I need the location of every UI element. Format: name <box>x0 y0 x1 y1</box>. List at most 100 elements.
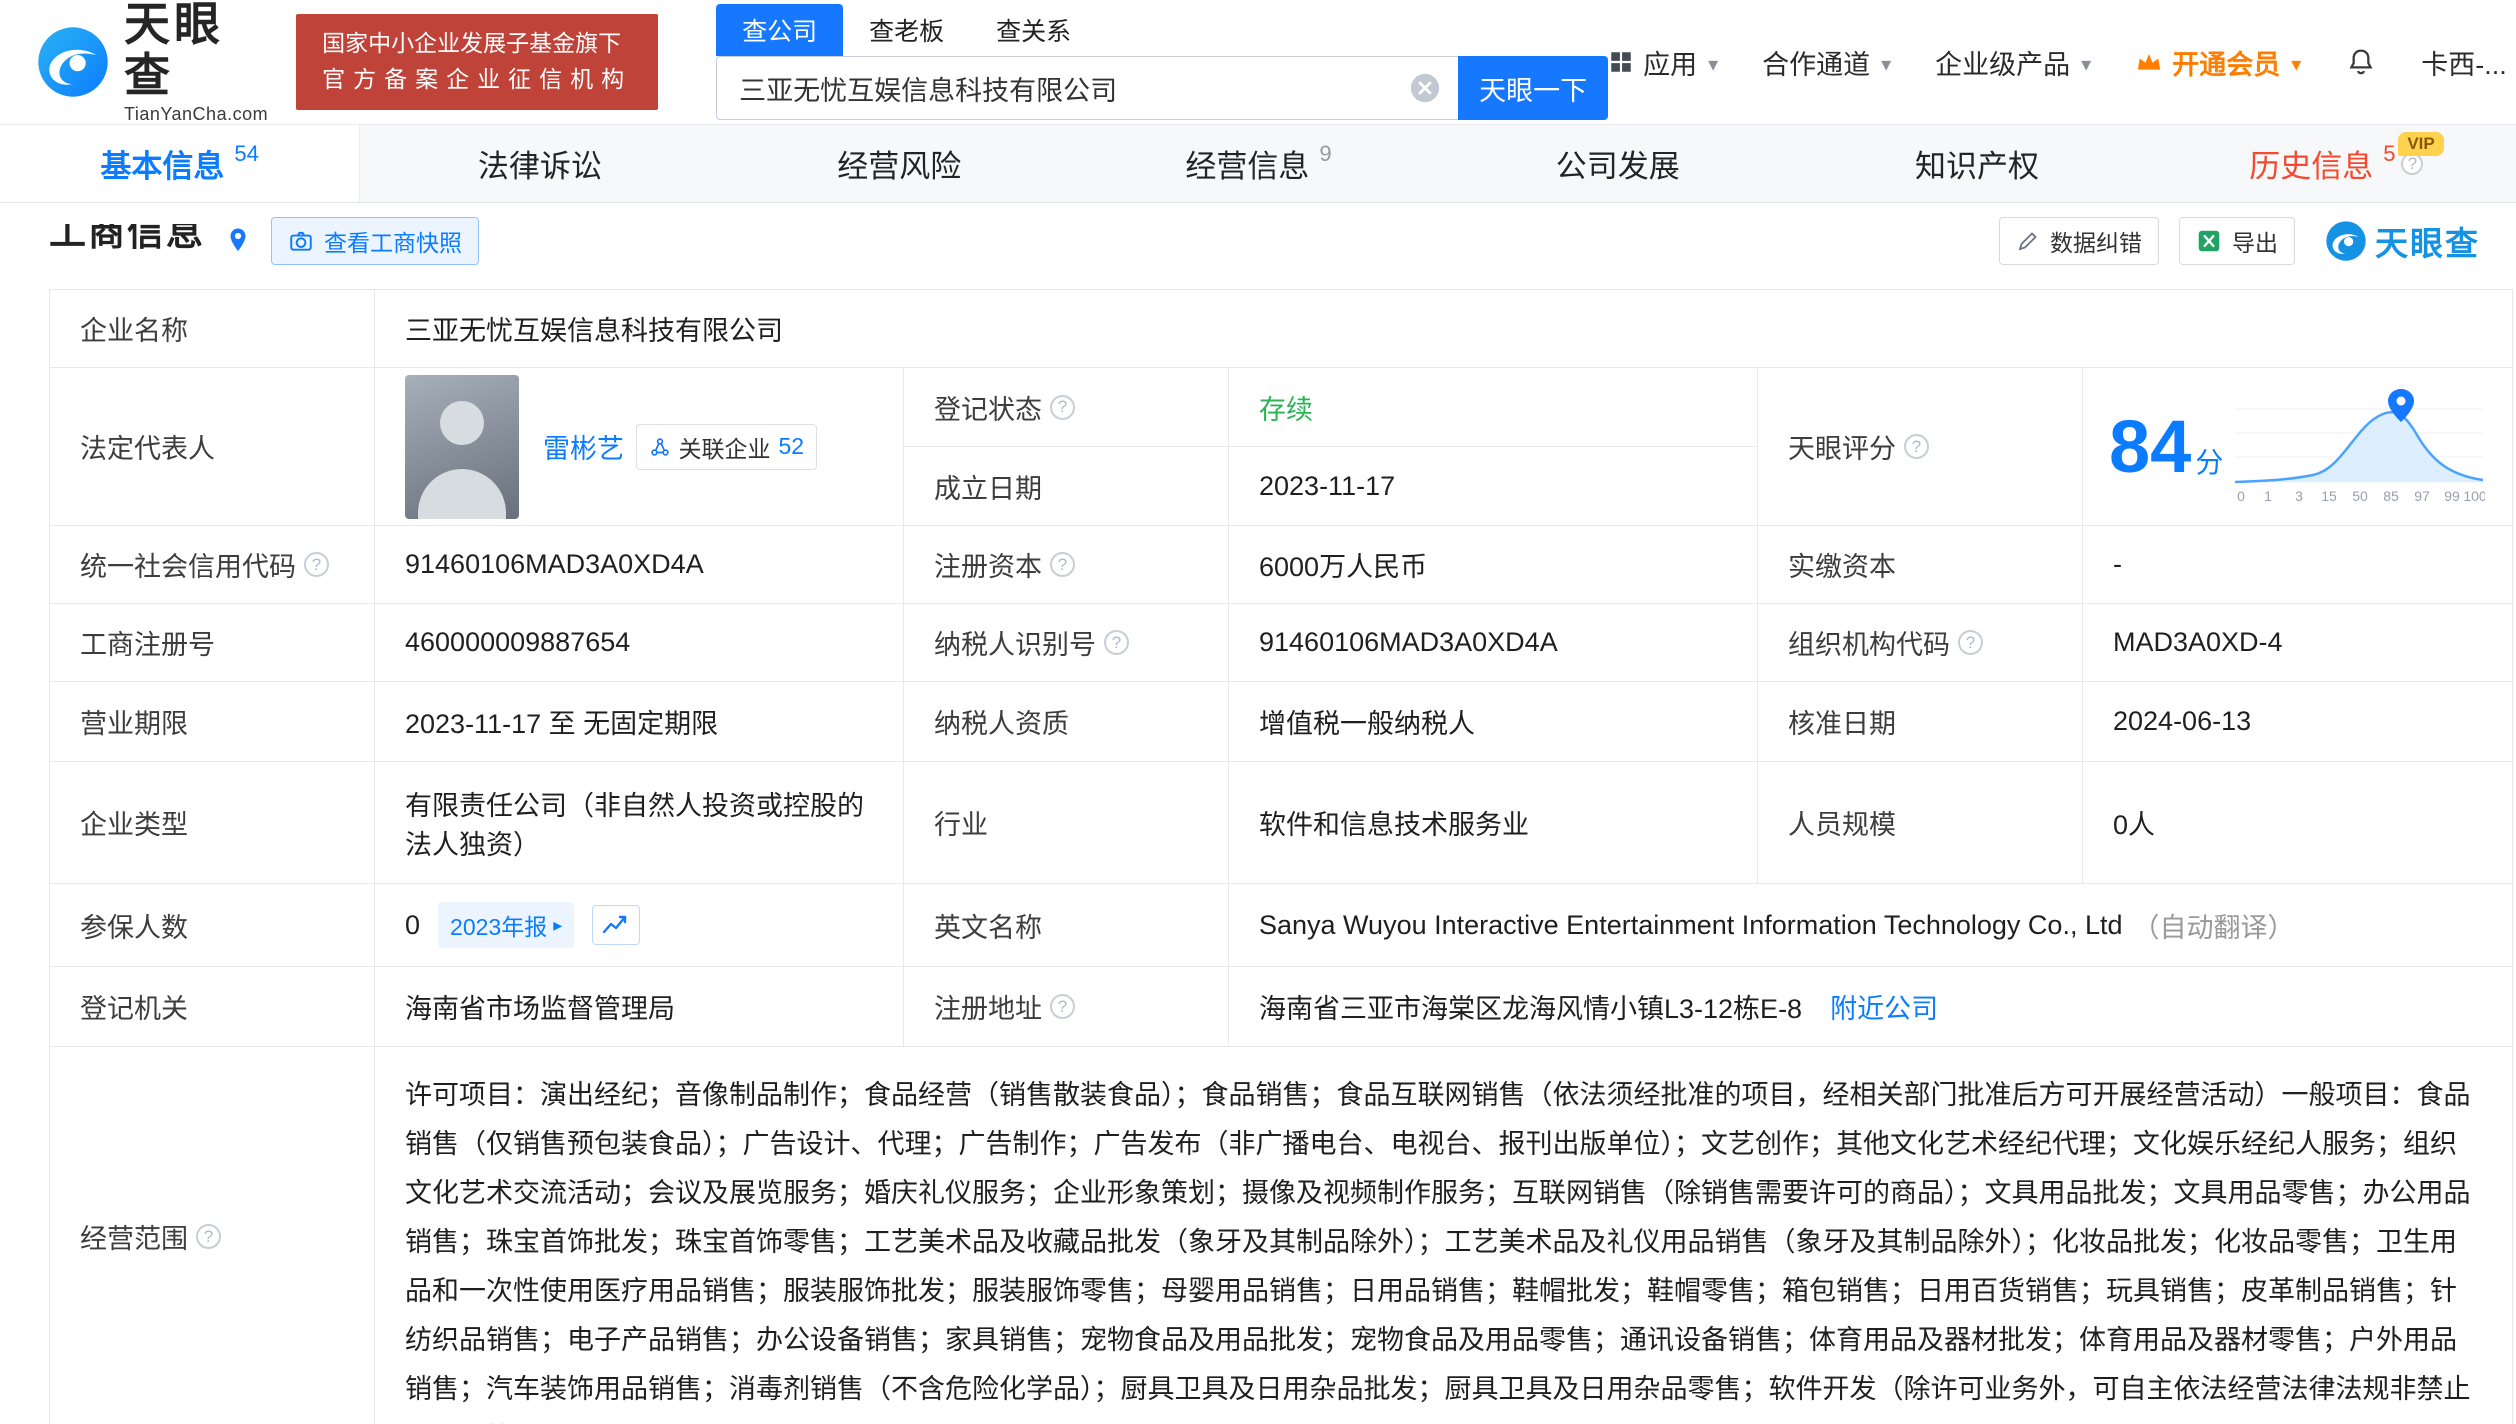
tab-count: 5 <box>2383 140 2396 166</box>
field-label-company-type: 企业类型 <box>50 762 375 884</box>
search-button[interactable]: 天眼一下 <box>1458 56 1609 120</box>
tab-legal-proceedings[interactable]: 法律诉讼 <box>360 125 719 202</box>
help-icon[interactable] <box>1904 434 1929 459</box>
field-label-paid-capital: 实缴资本 <box>1758 526 2083 604</box>
field-label-credit-code: 统一社会信用代码 <box>50 526 375 604</box>
crown-icon <box>2138 53 2161 70</box>
pin-icon <box>230 228 246 251</box>
tianyancha-logo-icon <box>38 27 108 97</box>
section-tabs: 基本信息 54 法律诉讼 经营风险 经营信息 9 公司发展 知识产权 VIP 历… <box>0 124 2516 203</box>
field-label-industry: 行业 <box>904 762 1229 884</box>
help-icon[interactable] <box>304 552 329 577</box>
related-companies-badge[interactable]: 关联企业 52 <box>635 423 818 470</box>
tab-business-info[interactable]: 经营信息 9 <box>1079 125 1438 202</box>
field-label-reg-number: 工商注册号 <box>50 604 375 682</box>
search-input[interactable] <box>717 57 1459 119</box>
auto-translate-note: （自动翻译） <box>2132 912 2295 943</box>
menu-apps[interactable]: 应用 <box>1608 43 1718 82</box>
help-icon[interactable] <box>1050 994 1075 1019</box>
tab-intellectual-property[interactable]: 知识产权 <box>1797 125 2156 202</box>
svg-text:99: 99 <box>2445 488 2461 504</box>
field-value-tyc-score: 84 分 0 1 3 15 50 85 97 99 100 <box>2083 368 2513 526</box>
score-link[interactable]: 84 分 <box>2109 409 2223 484</box>
field-value-reg-authority: 海南省市场监督管理局 <box>375 967 904 1047</box>
field-value-reg-capital: 6000万人民币 <box>1229 526 1758 604</box>
help-icon[interactable] <box>1050 552 1075 577</box>
search-input-wrap <box>716 56 1459 120</box>
header-menu: 应用 合作通道 企业级产品 开通会员 卡西-... <box>1608 43 2507 82</box>
field-value-taxpayer-qualification: 增值税一般纳税人 <box>1229 682 1758 762</box>
search-tab-relation[interactable]: 查关系 <box>970 4 1097 56</box>
field-value-staff-size: 0人 <box>2083 762 2513 884</box>
chevron-down-icon <box>2289 47 2301 78</box>
tab-business-risk[interactable]: 经营风险 <box>720 125 1079 202</box>
nearby-companies-link[interactable]: 附近公司 <box>1830 987 1938 1026</box>
chevron-down-icon <box>1879 47 1891 78</box>
field-label-english-name: 英文名称 <box>904 884 1229 967</box>
field-label-taxpayer-id: 纳税人识别号 <box>904 604 1229 682</box>
trend-chart-icon <box>603 915 627 934</box>
search-block: 查公司 查老板 查关系 天眼一下 <box>716 4 1609 120</box>
svg-text:0: 0 <box>2237 488 2245 504</box>
field-label-reg-capital: 注册资本 <box>904 526 1229 604</box>
field-label-business-term: 营业期限 <box>50 682 375 762</box>
field-value-insured-count: 0 2023年报 <box>375 884 904 967</box>
legal-rep-name-link[interactable]: 雷彬艺 <box>543 434 624 464</box>
field-label-legal-rep: 法定代表人 <box>50 368 375 526</box>
svg-text:85: 85 <box>2384 488 2400 504</box>
tab-history-info[interactable]: VIP 历史信息 5 <box>2157 125 2516 202</box>
search-tab-company[interactable]: 查公司 <box>716 4 844 56</box>
field-value-english-name: Sanya Wuyou Interactive Entertainment In… <box>1229 884 2513 967</box>
field-label-tyc-score: 天眼评分 <box>1758 368 2083 526</box>
field-value-industry: 软件和信息技术服务业 <box>1229 762 1758 884</box>
menu-enterprise-products[interactable]: 企业级产品 <box>1935 43 2091 82</box>
field-value-credit-code: 91460106MAD3A0XD4A <box>375 526 904 604</box>
camera-icon <box>290 231 312 251</box>
export-button[interactable]: 导出 <box>2179 217 2295 265</box>
tab-company-development[interactable]: 公司发展 <box>1438 125 1797 202</box>
brand-domain: TianYanCha.com <box>124 103 269 124</box>
notification-bell-icon[interactable] <box>2345 45 2377 79</box>
tab-basic-info[interactable]: 基本信息 54 <box>0 125 361 202</box>
tianyancha-logo[interactable]: 天眼查 TianYanCha.com <box>36 0 270 125</box>
tab-count: 9 <box>1319 140 1332 166</box>
field-value-legal-rep: 雷彬艺 关联企业 52 <box>375 368 904 526</box>
field-value-reg-number: 460000009887654 <box>375 604 904 682</box>
field-label-business-scope: 经营范围 <box>50 1047 375 1424</box>
field-label-approval-date: 核准日期 <box>1758 682 2083 762</box>
field-value-taxpayer-id: 91460106MAD3A0XD4A <box>1229 604 1758 682</box>
help-icon[interactable] <box>1050 394 1075 420</box>
trend-chart-button[interactable] <box>592 905 641 945</box>
field-label-staff-size: 人员规模 <box>1758 762 2083 884</box>
site-header: 天眼查 TianYanCha.com 国家中小企业发展子基金旗下 官方备案企业征… <box>0 0 2516 124</box>
field-value-establish-date: 2023-11-17 <box>1229 447 1758 526</box>
menu-cooperation[interactable]: 合作通道 <box>1762 43 1891 82</box>
chevron-down-icon <box>2079 47 2091 78</box>
field-value-reg-address: 海南省三亚市海棠区龙海风情小镇L3-12栋E-8 附近公司 <box>1229 967 2513 1047</box>
field-label-reg-address: 注册地址 <box>904 967 1229 1047</box>
annual-report-link[interactable]: 2023年报 <box>438 902 575 948</box>
chevron-down-icon <box>1706 47 1718 78</box>
help-icon[interactable] <box>1958 630 1983 655</box>
tab-count: 54 <box>234 140 259 166</box>
svg-text:15: 15 <box>2322 488 2338 504</box>
help-icon[interactable] <box>196 1224 221 1249</box>
field-value-org-code: MAD3A0XD-4 <box>2083 604 2513 682</box>
legal-rep-photo[interactable] <box>405 374 519 519</box>
help-icon[interactable] <box>1104 630 1129 655</box>
gov-badge-line1: 国家中小企业发展子基金旗下 <box>322 30 622 57</box>
status-badge: 存续 <box>1259 394 1313 425</box>
tianyancha-logo-icon <box>2326 221 2366 261</box>
username[interactable]: 卡西-... <box>2421 43 2507 82</box>
data-correction-button[interactable]: 数据纠错 <box>1999 217 2159 265</box>
clear-icon[interactable] <box>1408 71 1442 105</box>
search-tab-boss[interactable]: 查老板 <box>843 4 970 56</box>
field-label-reg-status: 登记状态 <box>904 368 1229 447</box>
snapshot-button[interactable]: 查看工商快照 <box>271 217 479 265</box>
section-title: 工商信息 <box>49 224 205 253</box>
search-tabs: 查公司 查老板 查关系 <box>716 4 1608 56</box>
field-value-approval-date: 2024-06-13 <box>2083 682 2513 762</box>
field-label-company-name: 企业名称 <box>50 290 375 368</box>
tianyancha-watermark-logo: 天眼查 <box>2325 217 2480 265</box>
menu-vip-upgrade[interactable]: 开通会员 <box>2135 43 2301 82</box>
